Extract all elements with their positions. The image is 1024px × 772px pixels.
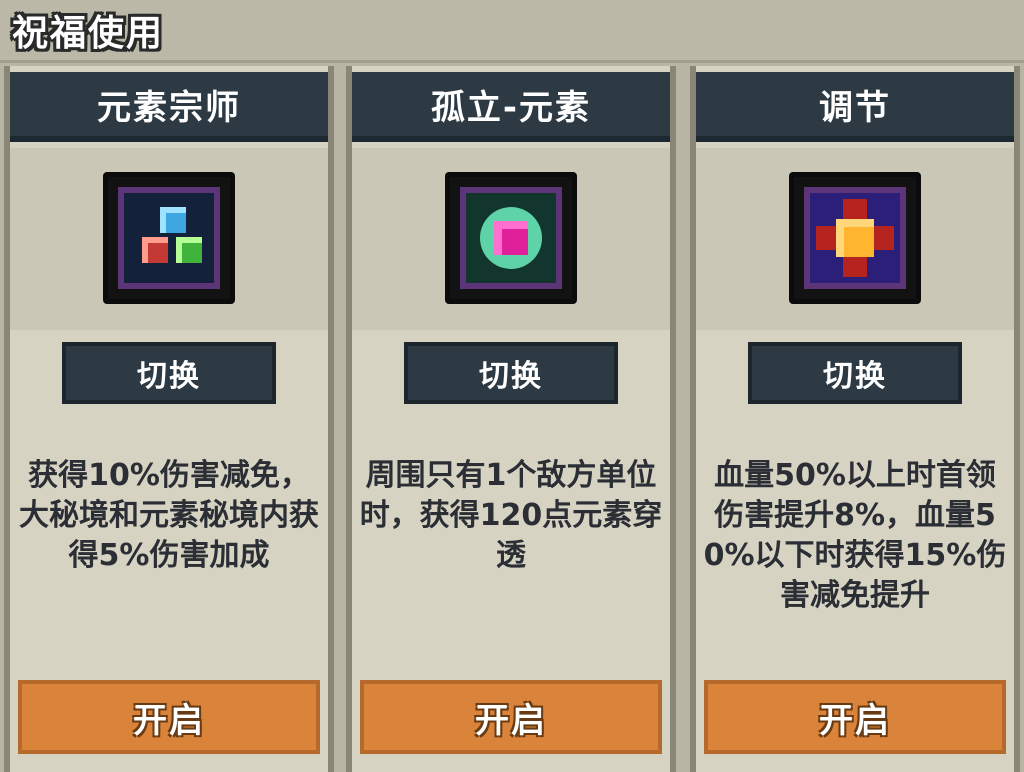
blessing-card-3: 调节 切换 血量50%以上时首领伤害提升8%，血量50%以下时获得15%伤害减免… (690, 66, 1020, 772)
switch-button[interactable]: 切换 (62, 342, 276, 404)
header-bar: 祝福使用 (0, 0, 1024, 63)
open-button[interactable]: 开启 (18, 680, 320, 754)
page-title: 祝福使用 (12, 13, 165, 54)
switch-button[interactable]: 切换 (404, 342, 618, 404)
icon-panel (696, 148, 1014, 330)
elemental-gems-icon (103, 172, 235, 304)
card-description: 血量50%以上时首领伤害提升8%，血量50%以下时获得15%伤害减免提升 (703, 458, 1007, 613)
card-description: 周围只有1个敌方单位时，获得120点元素穿透 (359, 458, 663, 573)
card-title: 孤立-元素 (352, 72, 670, 142)
isolated-element-icon (445, 172, 577, 304)
switch-button[interactable]: 切换 (748, 342, 962, 404)
icon-panel (352, 148, 670, 330)
open-button[interactable]: 开启 (360, 680, 662, 754)
adjust-star-icon (789, 172, 921, 304)
icon-panel (10, 148, 328, 330)
card-title: 元素宗师 (10, 72, 328, 142)
blessing-card-1: 元素宗师 切换 获得10%伤害减免，大秘境和元素秘境内获得5%伤害加成 开启 (4, 66, 334, 772)
open-button[interactable]: 开启 (704, 680, 1006, 754)
card-description: 获得10%伤害减免，大秘境和元素秘境内获得5%伤害加成 (19, 458, 319, 573)
blessing-card-2: 孤立-元素 切换 周围只有1个敌方单位时，获得120点元素穿透 开启 (346, 66, 676, 772)
card-title: 调节 (696, 72, 1014, 142)
